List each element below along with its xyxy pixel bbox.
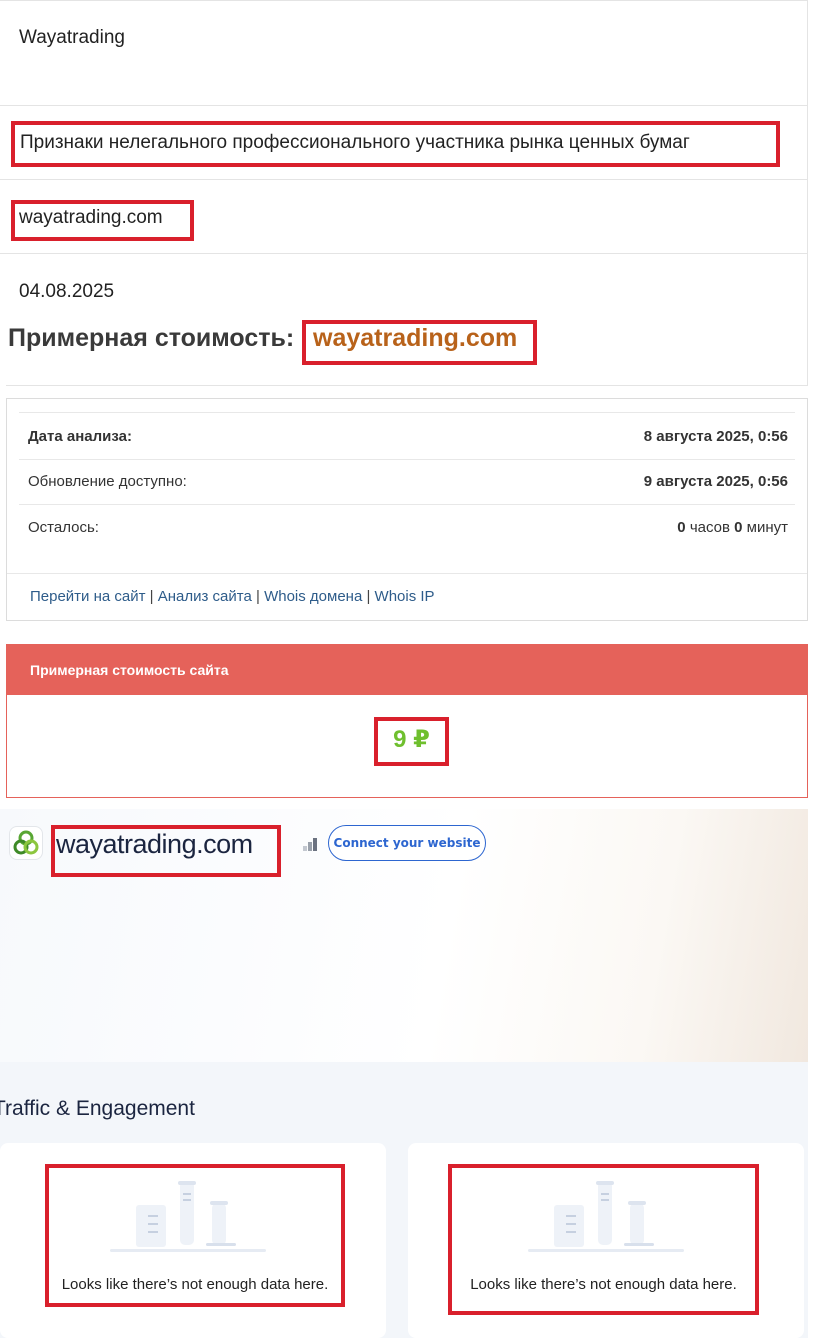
update-available-value: 9 августа 2025, 0:56 xyxy=(643,472,788,490)
site-links: Перейти на сайт | Анализ сайта | Whois д… xyxy=(30,588,435,605)
link-separator: | xyxy=(366,588,371,605)
update-available-row: Обновление доступно: 9 августа 2025, 0:5… xyxy=(19,458,795,505)
hero-domain: wayatrading.com xyxy=(56,829,253,859)
domain-label[interactable]: wayatrading.com xyxy=(19,207,163,229)
divider xyxy=(0,179,808,180)
analysis-date-value: 8 августа 2025, 0:56 xyxy=(643,427,788,445)
category-label: Признаки нелегального профессионального … xyxy=(20,132,690,153)
site-logo-icon xyxy=(10,827,42,859)
divider xyxy=(807,0,808,386)
empty-data-message: Looks like there’s not enough data here. xyxy=(470,1276,737,1293)
remaining-label: Осталось: xyxy=(28,518,99,536)
divider xyxy=(6,385,808,386)
analysis-date-label: Дата анализа: xyxy=(28,427,132,445)
remaining-minutes-word: минут xyxy=(746,518,788,536)
link-go-to-site[interactable]: Перейти на сайт xyxy=(30,588,146,605)
site-price-value: 9 ₽ xyxy=(393,726,430,753)
analysis-date-row: Дата анализа: 8 августа 2025, 0:56 xyxy=(19,412,795,460)
remaining-row: Осталось: 0 часов 0 минут xyxy=(19,504,795,550)
heading-domain: wayatrading.com xyxy=(313,324,518,352)
date-label: 04.08.2025 xyxy=(19,281,115,302)
rank-bars-icon xyxy=(302,836,318,852)
divider xyxy=(0,105,808,106)
remaining-minutes-number: 0 xyxy=(734,518,743,536)
analysis-info-card: Дата анализа: 8 августа 2025, 0:56 Обнов… xyxy=(6,398,808,621)
valuation-heading: Примерная стоимость: xyxy=(8,324,295,352)
link-separator: | xyxy=(149,588,154,605)
site-title: Wayatrading xyxy=(19,27,125,48)
divider xyxy=(0,253,808,254)
link-whois-ip[interactable]: Whois IP xyxy=(375,588,435,605)
site-price-header: Примерная стоимость сайта xyxy=(7,645,807,695)
update-available-label: Обновление доступно: xyxy=(28,472,187,490)
divider xyxy=(7,573,807,574)
connect-website-button[interactable]: Connect your website xyxy=(328,825,486,861)
link-site-analysis[interactable]: Анализ сайта xyxy=(158,588,252,605)
remaining-value: 0 часов 0 минут xyxy=(677,519,788,536)
link-separator: | xyxy=(256,588,260,605)
divider xyxy=(0,0,808,1)
empty-data-message: Looks like there’s not enough data here. xyxy=(61,1276,329,1293)
traffic-engagement-title: Traffic & Engagement xyxy=(0,1097,195,1120)
link-whois-domain[interactable]: Whois домена xyxy=(264,588,362,605)
remaining-hours-word: часов xyxy=(689,518,730,536)
remaining-hours-number: 0 xyxy=(677,518,686,536)
